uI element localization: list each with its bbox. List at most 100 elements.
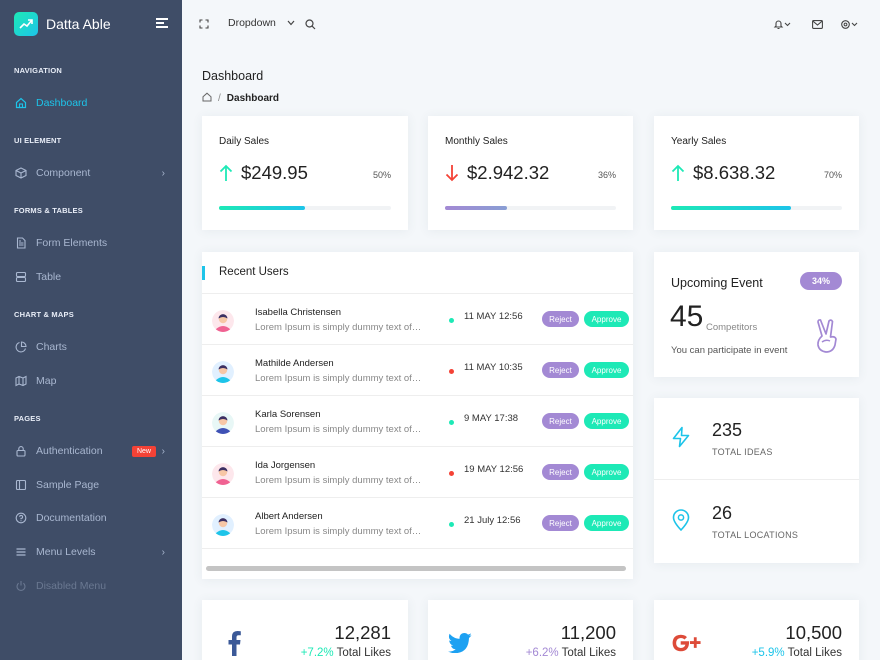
sidebar-item-map[interactable]: Map: [0, 370, 182, 392]
status-dot: [449, 369, 454, 374]
arrow-up-icon: [219, 164, 233, 181]
sidebar-item-dashboard[interactable]: Dashboard: [0, 92, 182, 114]
chevron-right-icon: ›: [161, 445, 165, 457]
social-change: +6.2%: [525, 647, 559, 659]
trending-up-icon: [14, 12, 38, 36]
ideas-locations-card: 235 TOTAL IDEAS 26 TOTAL LOCATIONS: [654, 398, 859, 563]
social-likes-label: Total Likes: [787, 647, 842, 659]
reject-button[interactable]: Reject: [542, 515, 579, 531]
social-likes-value: 10,500: [785, 622, 842, 643]
home-icon[interactable]: [202, 92, 212, 105]
stat-value-text: $249.95: [241, 162, 308, 183]
chevron-down-icon: [287, 17, 295, 29]
reject-button[interactable]: Reject: [542, 464, 579, 480]
approve-button[interactable]: Approve: [584, 311, 629, 327]
sidebar-item-label: Sample Page: [36, 479, 100, 491]
section-navigation: NAVIGATION: [14, 66, 62, 75]
table-row: Isabella Christensen Lorem Ipsum is simp…: [202, 294, 633, 345]
user-description: Lorem Ipsum is simply dummy text of…: [255, 373, 422, 384]
user-description: Lorem Ipsum is simply dummy text of…: [255, 526, 422, 537]
section-forms-tables: FORMS & TABLES: [14, 206, 83, 215]
menu-icon: [15, 546, 27, 558]
reject-button[interactable]: Reject: [542, 413, 579, 429]
sidebar-item-label: Menu Levels: [36, 546, 96, 558]
mail-icon[interactable]: [810, 17, 824, 31]
sidebar-item-label: Charts: [36, 341, 67, 353]
header-dropdown-label: Dropdown: [228, 17, 276, 29]
social-likes-label: Total Likes: [561, 647, 616, 659]
settings-gear-icon[interactable]: [839, 17, 861, 31]
sidebar-item-component[interactable]: Component ›: [0, 162, 182, 184]
approve-button[interactable]: Approve: [584, 464, 629, 480]
search-icon[interactable]: [303, 17, 317, 31]
sidebar-item-menu-levels[interactable]: Menu Levels ›: [0, 541, 182, 563]
user-date: 21 July 12:56: [464, 515, 521, 526]
stat-title: Monthly Sales: [445, 136, 508, 147]
progress-track: [219, 206, 391, 210]
user-name: Isabella Christensen: [255, 307, 342, 318]
sidebar-item-form-elements[interactable]: Form Elements: [0, 232, 182, 254]
zap-icon: [672, 426, 690, 448]
chevron-right-icon: ›: [161, 546, 165, 558]
sidebar-item-label: Map: [36, 375, 57, 387]
section-pages: PAGES: [14, 414, 41, 423]
total-ideas-section: 235 TOTAL IDEAS: [654, 398, 859, 480]
stat-percent: 36%: [597, 170, 616, 180]
approve-button[interactable]: Approve: [584, 515, 629, 531]
sidebar-item-sample-page[interactable]: Sample Page: [0, 474, 182, 496]
box-icon: [15, 167, 27, 179]
approve-button[interactable]: Approve: [584, 413, 629, 429]
sidebar-item-authentication[interactable]: Authentication New ›: [0, 440, 182, 462]
social-likes-summary: +6.2% Total Likes: [526, 647, 616, 659]
help-icon: [15, 512, 27, 524]
fullscreen-icon[interactable]: [197, 17, 211, 31]
stat-value-text: $8.638.32: [693, 162, 776, 183]
user-name: Albert Andersen: [255, 511, 323, 522]
new-badge: New: [131, 445, 156, 457]
total-locations-value: 26: [712, 503, 733, 523]
sidebar-item-label: Disabled Menu: [36, 580, 107, 592]
recent-users-title: Recent Users: [219, 266, 289, 278]
home-icon: [15, 97, 27, 109]
progress-track: [671, 206, 842, 210]
table-row: Karla Sorensen Lorem Ipsum is simply dum…: [202, 396, 633, 447]
header-dropdown[interactable]: Dropdown: [228, 17, 295, 29]
reject-button[interactable]: Reject: [542, 362, 579, 378]
social-likes-value: 11,200: [560, 622, 616, 643]
sidebar-item-charts[interactable]: Charts: [0, 336, 182, 358]
monthly-sales-card: Monthly Sales $2.942.32 36%: [428, 116, 633, 230]
total-locations-label: TOTAL LOCATIONS: [712, 530, 799, 540]
sidebar-item-documentation[interactable]: Documentation: [0, 507, 182, 529]
power-icon: [15, 580, 27, 592]
twitter-icon: [445, 628, 475, 658]
status-dot: [449, 471, 454, 476]
event-title: Upcoming Event: [671, 276, 763, 290]
server-icon: [15, 271, 27, 283]
twitter-card: 11,200 +6.2% Total Likes: [428, 600, 633, 660]
sidebar-item-label: Table: [36, 271, 62, 283]
reject-button[interactable]: Reject: [542, 311, 579, 327]
map-icon: [15, 375, 27, 387]
status-dot: [449, 522, 454, 527]
arrow-down-icon: [445, 165, 459, 182]
progress-fill: [219, 206, 305, 210]
top-header: Dropdown: [182, 0, 880, 48]
stat-value-text: $2.942.32: [467, 162, 550, 183]
approve-button[interactable]: Approve: [584, 362, 629, 378]
table-row: Albert Andersen Lorem Ipsum is simply du…: [202, 498, 633, 549]
page-title: Dashboard: [202, 69, 264, 83]
sidebar-item-label: Component: [36, 167, 91, 179]
notification-bell-icon[interactable]: [772, 17, 794, 31]
horizontal-scrollbar[interactable]: [206, 566, 626, 571]
progress-fill: [671, 206, 791, 210]
yearly-sales-card: Yearly Sales $8.638.32 70%: [654, 116, 859, 230]
sidebar-item-table[interactable]: Table: [0, 266, 182, 288]
stat-percent: 70%: [823, 170, 842, 180]
event-note: You can participate in event: [671, 345, 788, 356]
menu-toggle-icon[interactable]: [156, 18, 168, 28]
google-plus-icon: [671, 628, 701, 658]
avatar: [212, 514, 234, 536]
stat-title: Daily Sales: [219, 136, 270, 147]
sidebar: Datta Able NAVIGATION Dashboard UI ELEME…: [0, 0, 182, 660]
sidebar-item-label: Authentication: [36, 445, 103, 457]
